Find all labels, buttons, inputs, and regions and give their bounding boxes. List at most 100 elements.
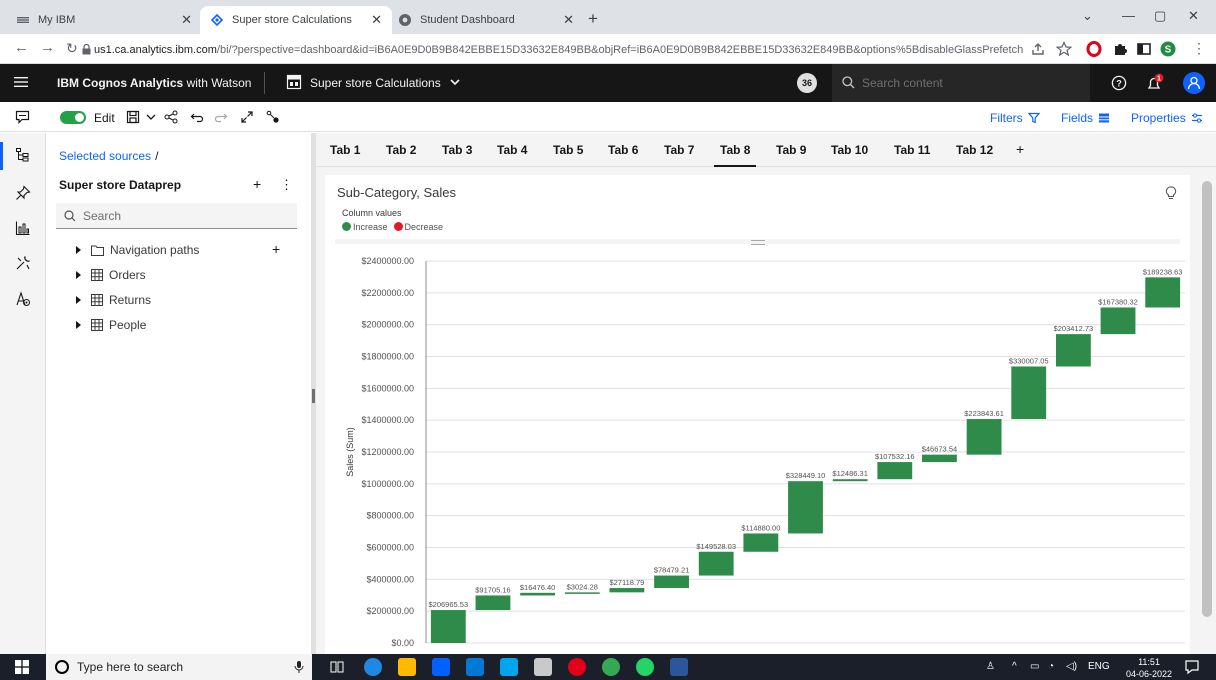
assistant-icon[interactable] — [15, 291, 31, 307]
close-icon[interactable]: ✕ — [181, 12, 192, 28]
sidebar-icon[interactable] — [1136, 41, 1152, 57]
wifi-icon[interactable]: ◔ — [1048, 661, 1054, 672]
people-icon[interactable]: ♙ — [986, 661, 995, 672]
edit-mode-toggle[interactable] — [60, 111, 86, 124]
help-icon[interactable]: ? — [1111, 75, 1127, 91]
tab-9[interactable]: Tab 9 — [776, 143, 806, 157]
widget-title[interactable]: Sub-Category, Sales — [337, 185, 456, 200]
bookmark-star-icon[interactable] — [1056, 41, 1072, 57]
tab-6[interactable]: Tab 6 — [608, 143, 638, 157]
close-window-button[interactable]: ✕ — [1188, 8, 1199, 24]
visualizations-icon[interactable] — [15, 220, 31, 236]
tab-8[interactable]: Tab 8 — [713, 143, 758, 167]
add-tab-button[interactable]: + — [1016, 141, 1024, 157]
system-clock[interactable]: 11:51 04-06-2022 — [1126, 656, 1172, 680]
microphone-icon[interactable] — [294, 660, 304, 674]
url-field[interactable]: us1.ca.analytics.ibm.com/bi/?perspective… — [94, 40, 1024, 60]
caret-right-icon[interactable] — [76, 271, 81, 279]
forward-arrow-icon[interactable]: → — [40, 39, 55, 56]
maximize-button[interactable]: ▢ — [1154, 8, 1166, 24]
profile-avatar-icon[interactable]: S — [1160, 41, 1176, 57]
caret-right-icon[interactable] — [76, 321, 81, 329]
tab-3[interactable]: Tab 3 — [442, 143, 472, 157]
fields-button[interactable]: Fields — [1061, 111, 1110, 125]
close-icon[interactable]: ✕ — [371, 12, 382, 28]
share-icon[interactable] — [1030, 41, 1046, 57]
file-explorer-icon[interactable] — [398, 658, 416, 676]
tab-1[interactable]: Tab 1 — [330, 143, 360, 157]
tab-2[interactable]: Tab 2 — [386, 143, 416, 157]
share-icon[interactable] — [164, 110, 178, 124]
lightbulb-icon[interactable] — [1165, 186, 1177, 200]
properties-button[interactable]: Properties — [1131, 111, 1203, 125]
undo-icon[interactable] — [190, 110, 204, 124]
comment-icon[interactable] — [15, 110, 30, 124]
breadcrumb-selected-sources[interactable]: Selected sources — [59, 149, 151, 163]
battery-icon[interactable]: ▭ — [1030, 661, 1039, 672]
chrome-icon[interactable] — [602, 658, 620, 676]
scrollbar-thumb[interactable] — [1202, 181, 1212, 617]
legend-item-decrease[interactable]: Decrease — [393, 222, 443, 232]
search-content-input[interactable] — [862, 74, 1082, 92]
legend-item-increase[interactable]: Increase — [342, 222, 388, 232]
new-tab-button[interactable]: + — [588, 9, 598, 29]
reload-icon[interactable]: ↻ — [66, 40, 78, 57]
data-sources-icon[interactable] — [15, 147, 31, 163]
legend-resize-handle[interactable] — [335, 239, 1180, 245]
app-brand[interactable]: IBM Cognos Analytics with Watson — [57, 76, 251, 90]
tab-12[interactable]: Tab 12 — [956, 143, 993, 157]
caret-right-icon[interactable] — [76, 296, 81, 304]
chevron-up-icon[interactable]: ^ — [1012, 661, 1017, 672]
extensions-puzzle-icon[interactable] — [1112, 41, 1128, 57]
fullscreen-icon[interactable] — [240, 110, 254, 124]
waterfall-chart-widget[interactable]: Sub-Category, Sales Column values Increa… — [325, 175, 1190, 654]
caret-right-icon[interactable] — [76, 246, 81, 254]
pin-icon[interactable] — [15, 185, 31, 201]
add-navigation-path-button[interactable]: + — [272, 241, 280, 257]
tools-icon[interactable] — [15, 255, 31, 271]
taskbar-search-input[interactable] — [77, 659, 277, 675]
power-automate-icon[interactable] — [500, 658, 518, 676]
windows-start-icon[interactable] — [15, 660, 29, 674]
browser-tab-student-dashboard[interactable]: Student Dashboard ✕ — [388, 6, 584, 34]
chevron-down-icon[interactable] — [146, 113, 156, 121]
tab-7[interactable]: Tab 7 — [664, 143, 694, 157]
notifications-bell-icon[interactable]: 1 — [1144, 72, 1166, 94]
store-icon[interactable] — [466, 658, 484, 676]
notification-count-badge[interactable]: 36 — [797, 73, 817, 93]
tab-4[interactable]: Tab 4 — [497, 143, 527, 157]
whatsapp-icon[interactable] — [636, 658, 654, 676]
chevron-down-icon[interactable]: ⌄ — [1082, 8, 1093, 24]
dashboard-title[interactable]: Super store Calculations — [310, 76, 441, 90]
edge-icon[interactable] — [364, 658, 382, 676]
tree-item-navigation-paths[interactable]: Navigation paths — [76, 241, 199, 259]
user-avatar-icon[interactable] — [1183, 72, 1205, 94]
dropbox-icon[interactable] — [432, 658, 450, 676]
chevron-down-icon[interactable] — [449, 76, 461, 88]
notifications-center-icon[interactable] — [1184, 659, 1200, 675]
back-arrow-icon[interactable]: ← — [14, 39, 29, 56]
tab-5[interactable]: Tab 5 — [553, 143, 583, 157]
mail-icon[interactable] — [534, 658, 552, 676]
close-icon[interactable]: ✕ — [563, 12, 574, 28]
minimize-button[interactable]: — — [1122, 8, 1135, 23]
source-search-input[interactable] — [83, 208, 283, 224]
tree-item-orders[interactable]: Orders — [76, 266, 146, 284]
word-icon[interactable] — [670, 658, 688, 676]
tree-item-returns[interactable]: Returns — [76, 291, 151, 309]
filters-button[interactable]: Filters — [990, 111, 1040, 125]
pin-connect-icon[interactable] — [266, 110, 280, 124]
tree-item-people[interactable]: People — [76, 316, 146, 334]
redo-icon[interactable] — [214, 110, 228, 124]
save-icon[interactable] — [126, 110, 140, 124]
add-source-button[interactable]: + — [253, 176, 261, 192]
browser-menu-icon[interactable]: ⋮ — [1192, 40, 1206, 57]
opera-icon[interactable] — [568, 658, 586, 676]
language-indicator[interactable]: ENG — [1088, 661, 1110, 672]
hamburger-menu-icon[interactable] — [14, 75, 28, 89]
tab-11[interactable]: Tab 11 — [894, 143, 930, 157]
opera-icon[interactable] — [1086, 41, 1102, 57]
canvas-scrollbar[interactable] — [1200, 167, 1216, 654]
overflow-menu-icon[interactable]: ⋮ — [280, 177, 293, 193]
volume-icon[interactable]: ◁) — [1066, 661, 1077, 672]
